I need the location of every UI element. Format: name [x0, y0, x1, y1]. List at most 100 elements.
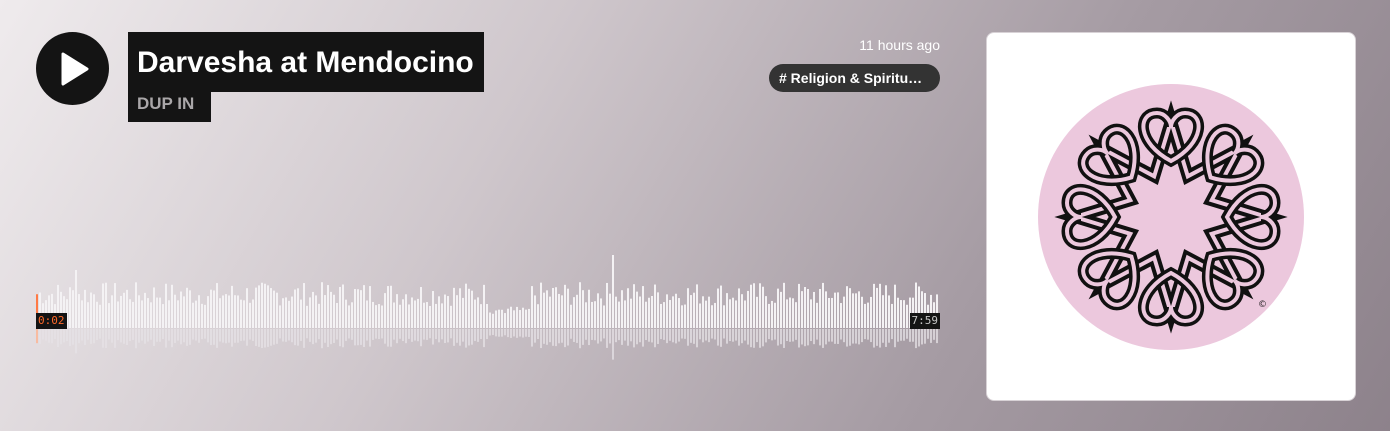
- waveform-reflection: [657, 329, 659, 344]
- waveform-reflection: [843, 329, 845, 343]
- waveform-bar: [363, 285, 365, 328]
- waveform-reflection: [537, 329, 539, 340]
- waveform-bar: [849, 288, 851, 328]
- waveform-reflection: [510, 329, 512, 338]
- waveform-bar: [612, 255, 614, 328]
- artwork-copyright: ©: [1258, 300, 1267, 310]
- waveform[interactable]: [36, 250, 940, 362]
- waveform-reflection: [372, 329, 374, 340]
- waveform-reflection: [468, 329, 470, 346]
- waveform-reflection: [249, 329, 251, 340]
- track-title[interactable]: Darvesha at Mendocino: [128, 32, 484, 92]
- waveform-reflection: [489, 329, 491, 336]
- waveform-bar: [321, 282, 323, 328]
- waveform-reflection: [903, 329, 905, 341]
- waveform-bar: [264, 283, 266, 328]
- waveform-reflection: [828, 329, 830, 342]
- waveform-reflection: [264, 329, 266, 348]
- waveform-reflection: [819, 329, 821, 346]
- waveform-reflection: [639, 329, 641, 343]
- waveform-reflection: [159, 329, 161, 342]
- waveform-reflection: [732, 329, 734, 342]
- waveform-reflection: [432, 329, 434, 345]
- waveform-reflection: [111, 329, 113, 343]
- waveform-reflection: [816, 329, 818, 340]
- waveform-bar: [198, 295, 200, 328]
- waveform-reflection: [618, 329, 620, 341]
- waveform-bar: [561, 295, 563, 328]
- waveform-bar: [552, 287, 554, 328]
- waveform-bar: [93, 294, 95, 328]
- waveform-reflection: [897, 329, 899, 342]
- waveform-bar: [906, 304, 908, 328]
- waveform-reflection: [576, 329, 578, 343]
- waveform-reflection: [201, 329, 203, 340]
- waveform-bar: [558, 293, 560, 328]
- waveform-bar: [723, 305, 725, 328]
- waveform-bar: [870, 296, 872, 328]
- waveform-reflection: [696, 329, 698, 348]
- waveform-bar: [255, 287, 257, 328]
- waveform-bar: [213, 290, 215, 328]
- waveform-bar: [102, 283, 104, 328]
- waveform-bar: [792, 298, 794, 328]
- waveform-reflection: [261, 329, 263, 349]
- waveform-reflection: [474, 329, 476, 341]
- waveform-reflection: [879, 329, 881, 348]
- waveform-reflection: [114, 329, 116, 348]
- waveform-bar: [180, 291, 182, 328]
- waveform-reflection: [540, 329, 542, 349]
- waveform-reflection: [870, 329, 872, 343]
- track-artwork[interactable]: ©: [986, 32, 1356, 401]
- waveform-bar: [690, 295, 692, 328]
- genre-tag[interactable]: # Religion & Spiritu…: [769, 64, 940, 92]
- waveform-reflection: [318, 329, 320, 340]
- waveform-reflection: [528, 329, 530, 338]
- waveform-reflection: [78, 329, 80, 344]
- waveform-bar: [516, 306, 518, 328]
- artist-name[interactable]: DUP IN: [128, 90, 212, 122]
- waveform-reflection: [924, 329, 926, 344]
- waveform-bar: [411, 297, 413, 328]
- waveform-bar: [621, 290, 623, 328]
- waveform-bar: [345, 299, 347, 328]
- waveform-reflection: [801, 329, 803, 345]
- waveform-bar: [339, 286, 341, 328]
- waveform-bar: [444, 294, 446, 328]
- waveform-reflection: [735, 329, 737, 341]
- waveform-reflection: [321, 329, 323, 349]
- waveform-bar: [504, 313, 506, 328]
- waveform-reflection: [729, 329, 731, 342]
- waveform-bar: [642, 286, 644, 328]
- waveform-reflection: [786, 329, 788, 342]
- waveform-reflection: [39, 329, 41, 344]
- waveform-reflection: [486, 329, 488, 340]
- waveform-bar: [81, 300, 83, 328]
- waveform-reflection: [99, 329, 101, 339]
- waveform-reflection: [225, 329, 227, 344]
- waveform-bar: [873, 283, 875, 328]
- waveform-bar: [468, 288, 470, 328]
- waveform-bar: [771, 300, 773, 328]
- waveform-reflection: [561, 329, 563, 343]
- waveform-bar: [603, 305, 605, 328]
- waveform-bar: [297, 288, 299, 328]
- play-button[interactable]: [36, 32, 109, 105]
- waveform-bar: [465, 283, 467, 328]
- waveform-bar: [150, 302, 152, 328]
- waveform-bar: [480, 304, 482, 328]
- waveform-bar: [573, 297, 575, 328]
- waveform-bar: [648, 297, 650, 328]
- waveform-reflection: [813, 329, 815, 345]
- waveform-reflection: [798, 329, 800, 348]
- waveform-bar: [312, 291, 314, 328]
- waveform-bar: [582, 290, 584, 328]
- waveform-reflection: [219, 329, 221, 342]
- waveform-reflection: [216, 329, 218, 348]
- waveform-reflection: [384, 329, 386, 344]
- waveform-reflection: [723, 329, 725, 339]
- waveform-reflection: [588, 329, 590, 346]
- waveform-reflection: [792, 329, 794, 342]
- waveform-bar: [780, 291, 782, 328]
- waveform-bar: [147, 298, 149, 328]
